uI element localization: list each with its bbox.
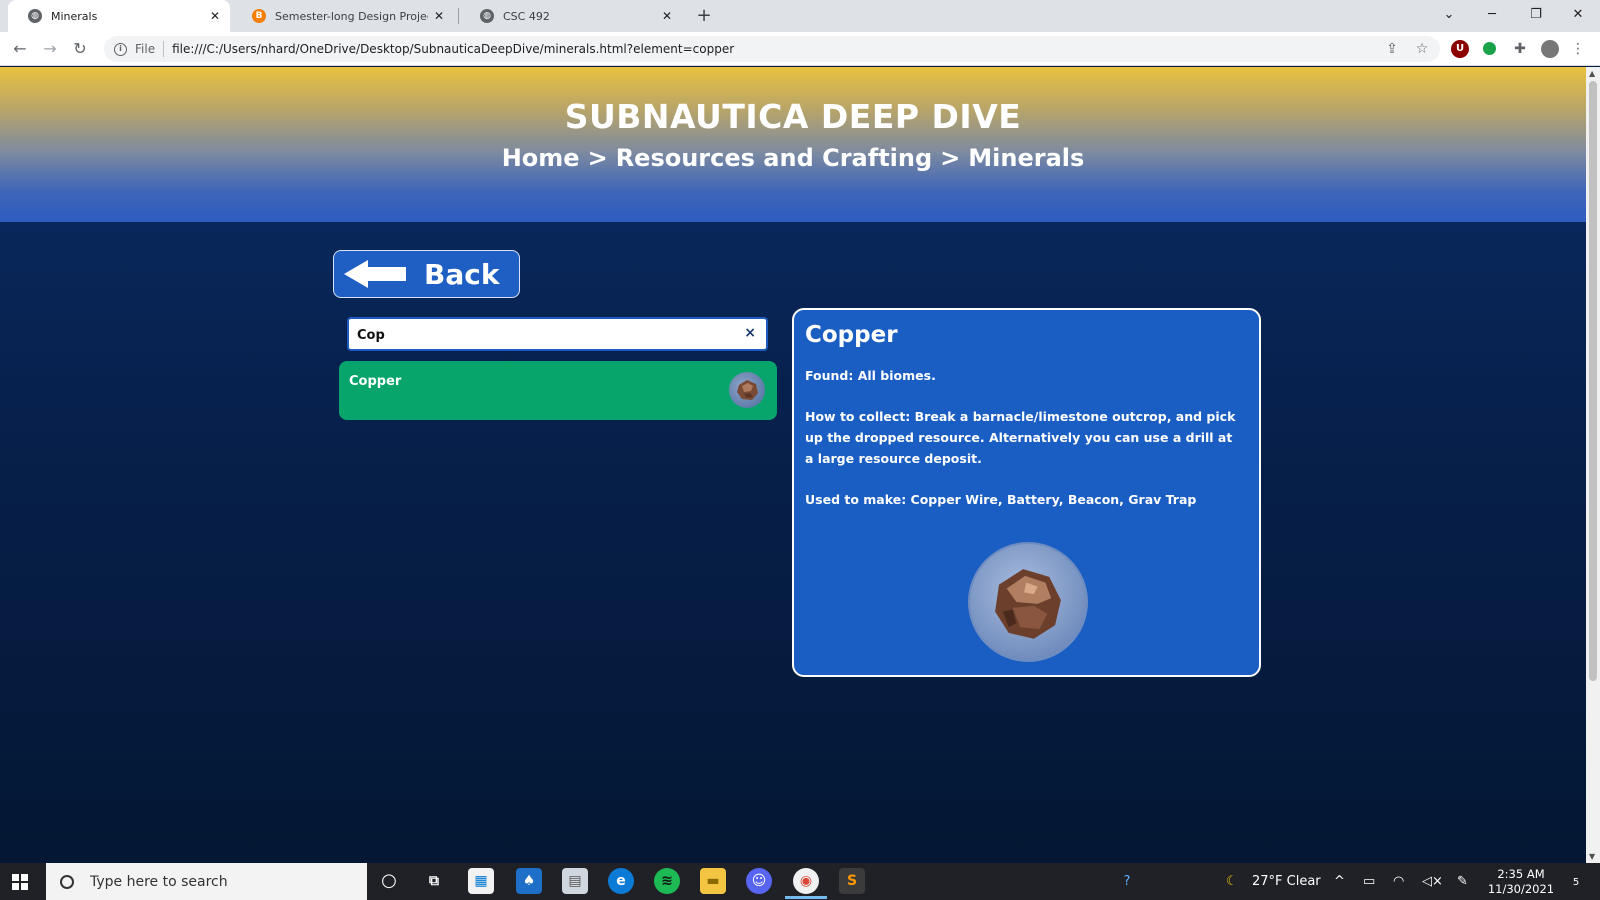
discord-icon[interactable]: ☺ (746, 868, 772, 894)
mineral-search-field[interactable]: × (347, 317, 768, 351)
file-explorer-icon[interactable]: ▬ (700, 868, 726, 894)
clear-search-icon[interactable]: × (744, 325, 756, 341)
scroll-up-icon[interactable]: ▲ (1589, 69, 1595, 78)
close-window-icon[interactable]: ✕ (1556, 0, 1600, 30)
bookmark-star-icon[interactable]: ☆ (1413, 40, 1431, 58)
chrome-icon[interactable]: ◉ (785, 868, 827, 899)
tab-semester-project[interactable]: B Semester-long Design Project - C ✕ (232, 0, 454, 32)
breadcrumb-current: Minerals (968, 144, 1085, 172)
back-button-label: Back (424, 257, 500, 291)
tab-csc-492[interactable]: ◍ CSC 492 ✕ (460, 0, 682, 32)
task-view-icon[interactable]: ⧉ (421, 868, 447, 894)
breadcrumb-home-link[interactable]: Home (502, 144, 580, 172)
clock-date: 11/30/2021 (1487, 882, 1555, 896)
globe-icon: ◍ (28, 9, 42, 23)
tab-title: Minerals (51, 9, 98, 23)
green-extension-icon[interactable] (1483, 42, 1496, 55)
edge-icon[interactable]: e (608, 868, 634, 894)
notification-count: 5 (1572, 877, 1580, 888)
url-text[interactable]: file:///C:/Users/nhard/OneDrive/Desktop/… (172, 42, 734, 56)
notification-center-icon[interactable]: 5 (1564, 863, 1588, 900)
moon-weather-icon: ☾ (1226, 874, 1238, 889)
breadcrumb-separator: > (587, 144, 608, 172)
system-clock[interactable]: 2:35 AM 11/30/2021 (1486, 867, 1556, 897)
detail-how-to-collect: How to collect: Break a barnacle/limesto… (805, 409, 1236, 466)
site-title: SUBNAUTICA DEEP DIVE (564, 97, 1022, 136)
address-bar[interactable]: i File file:///C:/Users/nhard/OneDrive/D… (104, 36, 1440, 62)
battery-icon[interactable]: ▭ (1363, 863, 1375, 900)
detail-used-to-make: Used to make: Copper Wire, Battery, Beac… (805, 492, 1197, 507)
page-scrollbar[interactable]: ▲ ▼ (1586, 67, 1600, 863)
cortana-icon[interactable]: ○ (376, 868, 402, 894)
mineral-detail-card: Copper Found: All biomes. How to collect… (792, 308, 1261, 677)
result-item-copper[interactable]: Copper (339, 361, 777, 420)
solitaire-icon[interactable]: ♠ (516, 868, 542, 894)
restore-icon[interactable]: ❐ (1514, 0, 1558, 30)
tab-title: Semester-long Design Project - C (275, 9, 428, 23)
sublime-text-icon[interactable]: S (839, 868, 865, 894)
tab-divider (458, 8, 459, 24)
close-tab-icon[interactable]: ✕ (434, 9, 444, 23)
omnibox-divider (163, 41, 165, 57)
back-arrow-icon[interactable]: ← (8, 37, 32, 61)
browser-toolbar: ← → ↻ i File file:///C:/Users/nhard/OneD… (0, 32, 1600, 66)
tab-minerals[interactable]: ◍ Minerals ✕ (8, 0, 230, 32)
taskbar-search-box[interactable]: Type here to search (46, 863, 367, 900)
tab-title: CSC 492 (503, 9, 550, 23)
browser-tab-strip: ◍ Minerals ✕ B Semester-long Design Proj… (0, 0, 1600, 32)
ublock-extension-icon[interactable]: U (1451, 40, 1469, 58)
detail-found: Found: All biomes. (805, 368, 936, 383)
pen-icon[interactable]: ✎ (1457, 863, 1468, 900)
globe-icon: ◍ (480, 9, 494, 23)
site-header: SUBNAUTICA DEEP DIVE Home > Resources and … (0, 67, 1586, 222)
wifi-icon[interactable]: ◠ (1393, 863, 1404, 900)
scrollbar-thumb[interactable] (1589, 81, 1597, 681)
back-button[interactable]: Back (333, 250, 520, 298)
search-input[interactable] (357, 325, 727, 345)
reload-icon[interactable]: ↻ (68, 37, 92, 61)
profile-avatar-icon[interactable] (1541, 40, 1559, 58)
spotify-icon[interactable]: ≋ (654, 868, 680, 894)
volume-muted-icon[interactable]: ◁× (1422, 863, 1443, 900)
kebab-menu-icon[interactable]: ⋮ (1569, 40, 1587, 58)
tab-search-chevron-icon[interactable]: ⌄ (1427, 0, 1471, 30)
share-icon[interactable]: ⇪ (1383, 40, 1401, 58)
scroll-down-icon[interactable]: ▼ (1589, 852, 1595, 861)
clock-time: 2:35 AM (1497, 867, 1545, 881)
close-tab-icon[interactable]: ✕ (210, 9, 220, 23)
extensions-puzzle-icon[interactable]: ✚ (1511, 40, 1529, 58)
forward-arrow-icon[interactable]: → (38, 37, 62, 61)
result-item-name: Copper (349, 374, 402, 389)
url-scheme: File (135, 42, 156, 56)
microsoft-store-icon[interactable]: ▦ (468, 868, 494, 894)
windows-start-icon[interactable] (12, 874, 28, 890)
files-icon[interactable]: ▤ (562, 868, 588, 894)
minimize-icon[interactable]: ─ (1470, 0, 1514, 30)
breadcrumb-resources-link[interactable]: Resources and Crafting (616, 144, 932, 172)
page-viewport: SUBNAUTICA DEEP DIVE Home > Resources and … (0, 67, 1586, 863)
copper-image (968, 542, 1088, 662)
copper-thumbnail (729, 372, 765, 408)
breadcrumb: Home > Resources and Crafting > Minerals (0, 144, 1586, 172)
breadcrumb-separator: > (940, 144, 961, 172)
help-icon[interactable]: ? (1116, 863, 1138, 900)
weather-text[interactable]: 27°F Clear (1252, 863, 1321, 900)
blogger-icon: B (252, 9, 266, 23)
taskbar-search-placeholder: Type here to search (90, 873, 228, 890)
search-icon (60, 874, 74, 889)
left-arrow-icon (344, 260, 406, 288)
new-tab-icon[interactable]: + (692, 4, 716, 28)
show-hidden-icons-chevron[interactable]: ^ (1334, 863, 1345, 900)
detail-title: Copper (805, 322, 898, 348)
close-tab-icon[interactable]: ✕ (662, 9, 672, 23)
info-icon[interactable]: i (114, 42, 127, 56)
windows-taskbar: Type here to search ○ ⧉ ▦ ♠ ▤ e ≋ ▬ ☺ ◉ … (0, 863, 1600, 900)
